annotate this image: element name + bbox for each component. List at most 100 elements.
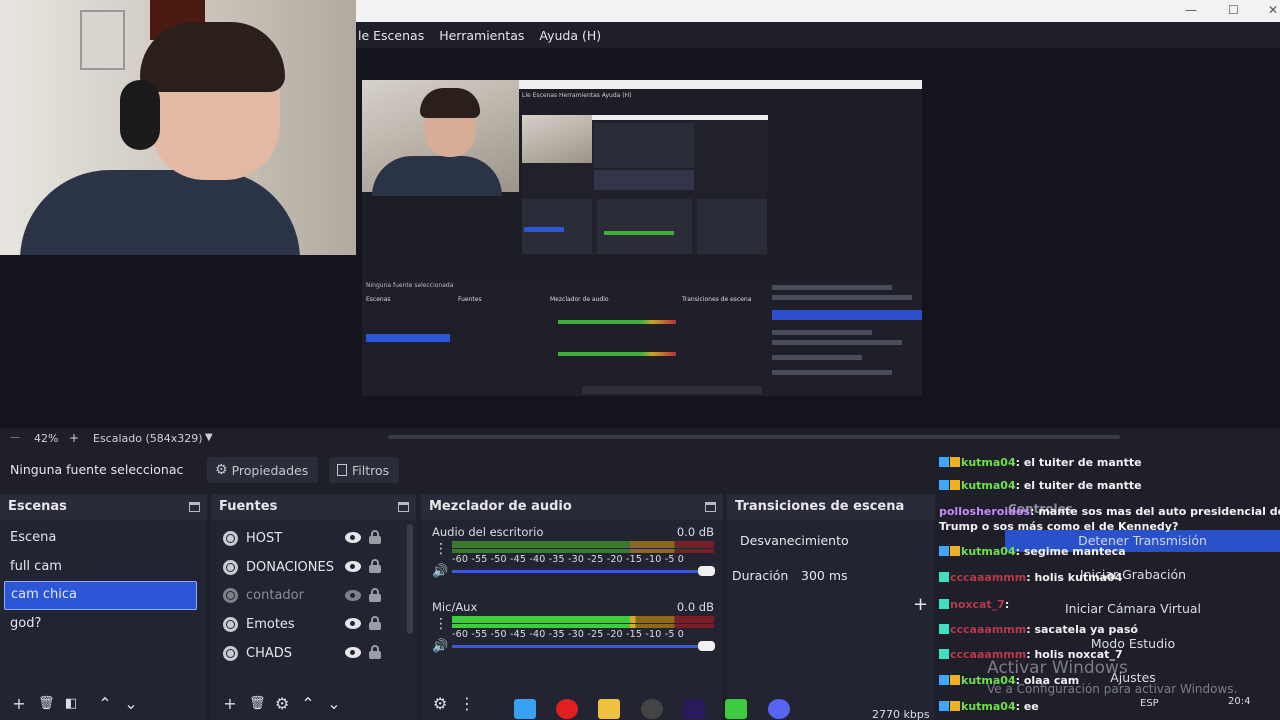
chat-message-continued: Trump o sos más como el de Kennedy? — [939, 520, 1178, 533]
sources-dock: Fuentes HOST DONACIONES contador Emotes … — [211, 494, 416, 720]
maximize-button[interactable]: ☐ — [1228, 3, 1239, 17]
source-item[interactable]: DONACIONES — [213, 553, 402, 582]
eye-hidden-icon[interactable] — [345, 589, 361, 601]
volume-slider-handle[interactable] — [698, 566, 715, 576]
preview-horizontal-scrollbar[interactable] — [388, 435, 1120, 439]
filter-icon[interactable]: ◧ — [64, 696, 78, 711]
kebab-menu-icon[interactable]: ⋮ — [434, 617, 448, 631]
chat-text: : el tuiter de mantte — [1015, 456, 1142, 469]
scenes-dock: Escenas Escena full cam cam chica god? +… — [0, 494, 207, 720]
duration-input[interactable]: 300 ms — [801, 568, 848, 583]
transitions-dock: Transiciones de escena Desvanecimiento D… — [727, 494, 935, 720]
gear-icon: ⚙ — [215, 462, 228, 478]
chat-username: cccaaammm — [950, 571, 1027, 584]
nested-menu: Lle Escenas Herramientas Ayuda (H) — [522, 92, 632, 99]
system-clock[interactable]: 20:4 — [1228, 696, 1250, 707]
source-item[interactable]: Emotes — [213, 610, 402, 639]
source-item[interactable]: HOST — [213, 524, 402, 553]
channel-name: Audio del escritorio — [432, 525, 544, 539]
menu-scene-collection[interactable]: le Escenas — [358, 28, 424, 43]
scaling-dropdown-icon[interactable]: ▼ — [205, 432, 213, 443]
sources-scrollbar[interactable] — [407, 524, 413, 634]
add-icon[interactable]: + — [223, 694, 237, 713]
dock-float-icon[interactable] — [398, 502, 409, 512]
trash-icon[interactable]: 🗑 — [249, 696, 266, 711]
lock-icon[interactable] — [369, 558, 381, 573]
source-item[interactable]: CHADS — [213, 639, 402, 668]
chat-message: pollosheroidos: mante sos mas del auto p… — [939, 505, 1280, 518]
scenes-list: Escena full cam cam chica god? — [2, 524, 205, 638]
menu-tools[interactable]: Herramientas — [439, 28, 524, 43]
obs-app-icon[interactable] — [641, 699, 663, 719]
meter-ticks: -60 -55 -50 -45 -40 -35 -30 -25 -20 -15 … — [452, 554, 685, 565]
add-transition-icon[interactable]: + — [913, 594, 928, 615]
chat-message: kutma04: el tuiter de mantte — [939, 479, 1142, 492]
premiere-pro-icon[interactable] — [683, 699, 705, 719]
transition-select[interactable]: Desvanecimiento — [732, 528, 932, 552]
scaling-label: Escalado (584x329) — [93, 432, 203, 445]
kebab-menu-icon[interactable]: ⋮ — [459, 694, 475, 713]
opera-browser-icon[interactable] — [556, 699, 578, 719]
trash-icon[interactable]: 🗑 — [38, 696, 55, 711]
move-up-icon[interactable]: ⌃ — [98, 694, 112, 713]
eye-icon[interactable] — [345, 560, 361, 572]
chat-text: : el tuiter de mantte — [1015, 479, 1142, 492]
chat-message: cccaaammm: sacatela ya pasó — [939, 623, 1138, 636]
gear-icon[interactable]: ⚙ — [275, 694, 289, 713]
eye-icon[interactable] — [345, 647, 361, 659]
zoom-in-button[interactable]: + — [69, 431, 79, 445]
zoom-level[interactable]: 42% — [34, 432, 58, 445]
minimize-button[interactable]: — — [1185, 3, 1197, 17]
lock-icon[interactable] — [369, 645, 381, 660]
speaker-icon[interactable]: 🔊 — [432, 564, 448, 579]
transitions-title: Transiciones de escena — [735, 499, 905, 514]
speaker-icon[interactable]: 🔊 — [432, 639, 448, 654]
gear-icon[interactable]: ⚙ — [433, 694, 447, 713]
eye-icon[interactable] — [345, 532, 361, 543]
chat-overlay: kutma04: el tuiter de mantte kutma04: el… — [935, 452, 1280, 720]
filters-button[interactable]: Filtros — [329, 457, 400, 483]
add-icon[interactable]: + — [12, 694, 26, 713]
scene-item[interactable]: god? — [2, 610, 205, 639]
scene-item[interactable]: Escena — [2, 524, 205, 553]
windows-start-icon[interactable] — [514, 699, 536, 719]
move-down-icon[interactable]: ⌄ — [327, 694, 341, 713]
menu-help[interactable]: Ayuda (H) — [539, 28, 601, 43]
chat-message: kutma04: el tuiter de mantte — [939, 456, 1142, 469]
source-item-hidden[interactable]: contador — [213, 582, 402, 611]
chat-text: : segime manteca — [1015, 545, 1126, 558]
kebab-menu-icon[interactable]: ⋮ — [434, 542, 448, 556]
duration-label: Duración — [732, 568, 789, 583]
move-up-icon[interactable]: ⌃ — [301, 694, 315, 713]
move-down-icon[interactable]: ⌄ — [124, 694, 138, 713]
scene-item-selected[interactable]: cam chica — [4, 581, 197, 610]
chat-text: : holis noxcat_7 — [1026, 648, 1123, 661]
close-button[interactable]: ✕ — [1268, 3, 1278, 17]
dock-float-icon[interactable] — [705, 502, 716, 512]
mixer-title: Mezclador de audio — [429, 499, 572, 514]
lock-icon[interactable] — [369, 530, 381, 544]
chat-username: cccaaammm — [950, 623, 1027, 636]
lock-icon[interactable] — [369, 616, 381, 631]
kick-app-icon[interactable] — [725, 699, 747, 719]
browser-source-icon — [223, 646, 238, 662]
file-explorer-icon[interactable] — [598, 699, 620, 719]
volume-slider[interactable] — [452, 570, 714, 573]
volume-meter — [452, 624, 714, 628]
volume-meter — [452, 541, 714, 548]
dock-float-icon[interactable] — [189, 502, 200, 512]
chat-text: : — [1004, 598, 1010, 611]
volume-slider-handle[interactable] — [698, 641, 715, 651]
channel-db: 0.0 dB — [676, 525, 714, 539]
scene-item[interactable]: full cam — [2, 553, 205, 582]
discord-icon[interactable] — [768, 699, 790, 719]
browser-source-icon — [223, 559, 238, 575]
keyboard-language[interactable]: ESP — [1140, 698, 1159, 709]
properties-button[interactable]: ⚙ Propiedades — [207, 457, 319, 483]
chat-message: noxcat_7: — [939, 598, 1009, 611]
volume-slider[interactable] — [452, 645, 714, 648]
source-name: Emotes — [246, 617, 295, 633]
eye-icon[interactable] — [345, 618, 361, 630]
lock-icon[interactable] — [369, 587, 381, 602]
chat-username: kutma04 — [961, 456, 1016, 469]
